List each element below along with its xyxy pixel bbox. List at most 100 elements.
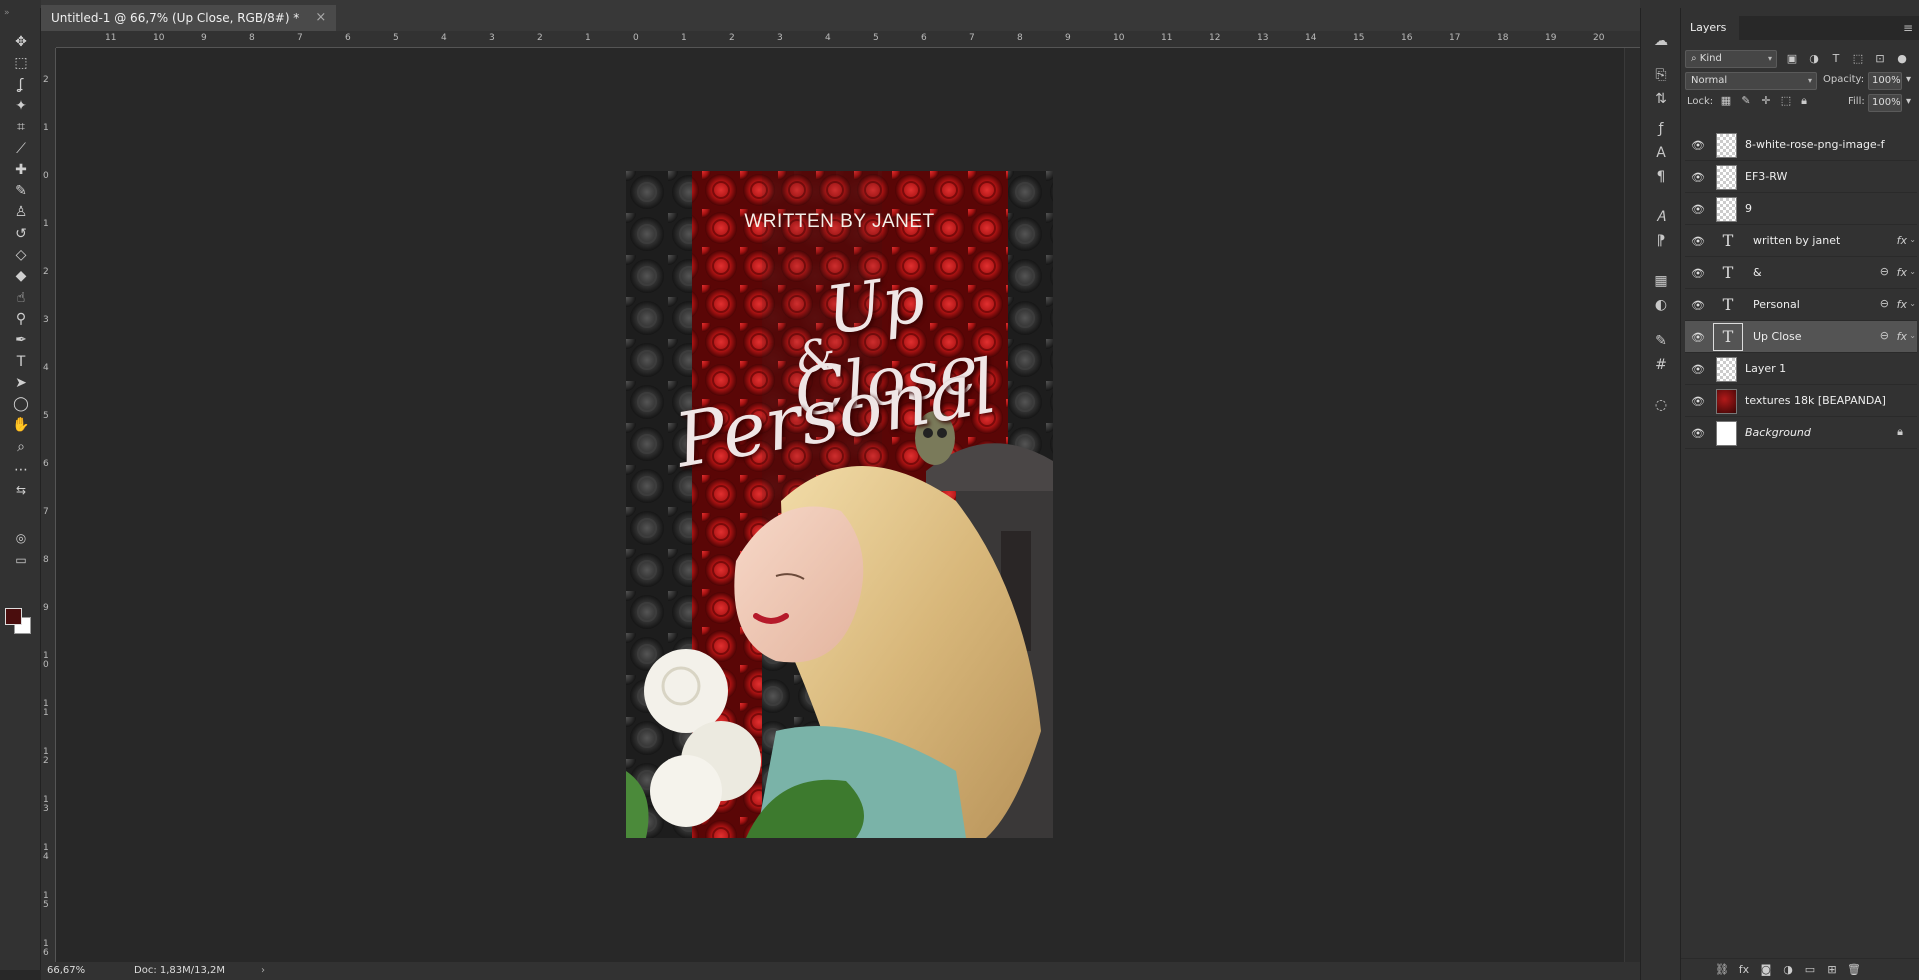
layer-name[interactable]: textures 18k [BEAPANDA] (2... — [1745, 394, 1885, 407]
swatches-grid-icon[interactable]: # — [1650, 354, 1672, 376]
layer-thumbnail[interactable] — [1716, 197, 1737, 222]
quick-mask-icon[interactable]: ◎ — [6, 526, 36, 550]
paragraph-icon[interactable]: ¶ — [1650, 166, 1672, 188]
layer-row[interactable]: 👁︎ Layer 1 — [1685, 353, 1917, 385]
visibility-eye-icon[interactable]: 👁︎ — [1691, 331, 1705, 344]
layer-name[interactable]: Up Close — [1753, 330, 1802, 343]
new-group-folder-icon[interactable]: ▭ — [1803, 963, 1817, 977]
visibility-eye-icon[interactable]: 👁︎ — [1691, 203, 1705, 216]
document-canvas[interactable]: WRITTEN BY JANET Up Close & Personal — [626, 171, 1053, 838]
expand-effects-chevron-icon[interactable]: ⌄ — [1909, 235, 1916, 244]
doc-size-info[interactable]: Doc: 1,83M/13,2M — [134, 962, 225, 980]
visibility-eye-icon[interactable]: 👁︎ — [1691, 363, 1705, 376]
layer-name[interactable]: Personal — [1753, 298, 1800, 311]
close-icon[interactable]: × — [315, 5, 326, 31]
layer-thumbnail[interactable] — [1716, 389, 1737, 414]
vertical-scrollbar[interactable] — [1624, 48, 1640, 962]
adjustment-filter-icon[interactable]: ◑ — [1807, 52, 1821, 66]
kind-filter-select[interactable]: ⌕ Kind ▾ — [1685, 50, 1777, 68]
visibility-eye-icon[interactable]: 👁︎ — [1691, 427, 1705, 440]
lock-image-icon[interactable]: ✎ — [1739, 94, 1753, 108]
new-layer-icon[interactable]: ⊞ — [1825, 963, 1839, 977]
ruler-tick-label: 4 — [825, 33, 831, 43]
layer-row[interactable]: 👁︎ Background 🔒︎ — [1685, 417, 1917, 449]
layer-row[interactable]: 👁︎ 9 — [1685, 193, 1917, 225]
layer-thumbnail[interactable] — [1716, 133, 1737, 158]
add-mask-icon[interactable]: ◙ — [1759, 963, 1773, 977]
vertical-ruler[interactable]: 2101234567891 01 11 21 31 41 51 6 — [41, 48, 56, 962]
opacity-dropdown-icon[interactable]: ▾ — [1906, 74, 1911, 85]
styles-icon[interactable]: ƒ — [1650, 118, 1672, 140]
layer-row[interactable]: 👁︎ textures 18k [BEAPANDA] (2... — [1685, 385, 1917, 417]
tab-layers[interactable]: Layers — [1681, 16, 1739, 40]
layer-row[interactable]: 👁︎ EF3-RW — [1685, 161, 1917, 193]
pixel-filter-icon[interactable]: ▣ — [1785, 52, 1799, 66]
layer-row[interactable]: 👁︎ T Up Close ⊖ fx ⌄ — [1685, 321, 1917, 353]
document-tab[interactable]: Untitled-1 @ 66,7% (Up Close, RGB/8#) * … — [41, 5, 337, 31]
layer-name[interactable]: Layer 1 — [1745, 362, 1786, 375]
layer-effects-fx-icon[interactable]: fx — [1897, 298, 1907, 311]
expand-effects-chevron-icon[interactable]: ⌄ — [1909, 331, 1916, 340]
delete-layer-trash-icon[interactable]: 🗑︎ — [1847, 963, 1861, 977]
layer-lock-icon[interactable]: 🔒︎ — [1897, 425, 1903, 439]
learn-lightbulb-icon[interactable]: ◌ — [1650, 394, 1672, 416]
collapse-icon[interactable]: » — [4, 8, 10, 18]
layer-name[interactable]: 8-white-rose-png-image-flow... — [1745, 138, 1885, 151]
visibility-eye-icon[interactable]: 👁︎ — [1691, 171, 1705, 184]
blend-mode-select[interactable]: Normal ▾ — [1685, 72, 1817, 90]
layer-name[interactable]: & — [1753, 266, 1762, 279]
opacity-field[interactable]: 100% — [1868, 72, 1902, 90]
link-layers-icon[interactable]: ⛓ — [1715, 963, 1729, 977]
channels-icon[interactable]: ▦ — [1650, 270, 1672, 292]
layer-thumbnail[interactable] — [1716, 165, 1737, 190]
libraries-icon[interactable]: ☁ — [1650, 30, 1672, 52]
layer-row[interactable]: 👁︎ T & ⊖ fx ⌄ — [1685, 257, 1917, 289]
brushes-icon[interactable]: ✎ — [1650, 330, 1672, 352]
layer-thumbnail[interactable] — [1716, 357, 1737, 382]
foreground-color-swatch[interactable] — [5, 608, 22, 625]
visibility-eye-icon[interactable]: 👁︎ — [1691, 139, 1705, 152]
horizontal-ruler[interactable]: 11 10 9 8 7 6 5 4 3 2 1 0 1 2 3 4 5 6 7 8 9 10 11 12 13 14 15 16 17 1… — [56, 31, 1640, 48]
zoom-level[interactable]: 66,67% — [47, 962, 85, 980]
paragraph-styles-icon[interactable]: ⁋ — [1650, 230, 1672, 252]
layer-effects-fx-icon[interactable]: fx — [1897, 330, 1907, 343]
smart-object-filter-icon[interactable]: ⊡ — [1873, 52, 1887, 66]
status-menu-arrow-icon[interactable]: › — [261, 962, 265, 980]
color-icon[interactable]: ◐ — [1650, 294, 1672, 316]
filter-toggle-icon[interactable]: ● — [1895, 52, 1909, 66]
panel-menu-icon[interactable]: ≡ — [1903, 21, 1913, 35]
fill-dropdown-icon[interactable]: ▾ — [1906, 96, 1911, 107]
visibility-eye-icon[interactable]: 👁︎ — [1691, 299, 1705, 312]
glyphs-icon[interactable]: 𝐴 — [1650, 206, 1672, 228]
layer-thumbnail[interactable] — [1716, 421, 1737, 446]
type-filter-icon[interactable]: T — [1829, 52, 1843, 66]
lock-all-icon[interactable]: 🔒︎ — [1797, 94, 1811, 108]
layer-name[interactable]: 9 — [1745, 202, 1752, 215]
layer-name[interactable]: Background — [1745, 426, 1811, 439]
history-icon[interactable]: ⎘ — [1650, 64, 1672, 86]
visibility-eye-icon[interactable]: 👁︎ — [1691, 395, 1705, 408]
layer-name[interactable]: EF3-RW — [1745, 170, 1787, 183]
visibility-eye-icon[interactable]: 👁︎ — [1691, 235, 1705, 248]
screen-mode-icon[interactable]: ▭ — [6, 548, 36, 572]
shape-filter-icon[interactable]: ⬚ — [1851, 52, 1865, 66]
lock-position-icon[interactable]: ✛ — [1759, 94, 1773, 108]
lock-transparent-icon[interactable]: ▦ — [1719, 94, 1733, 108]
layer-effects-fx-icon[interactable]: fx — [1897, 266, 1907, 279]
layer-row[interactable]: 👁︎ T Personal ⊖ fx ⌄ — [1685, 289, 1917, 321]
layer-effects-fx-icon[interactable]: fx — [1897, 234, 1907, 247]
adjustment-layer-icon[interactable]: ◑ — [1781, 963, 1795, 977]
lock-artboard-icon[interactable]: ⬚ — [1779, 94, 1793, 108]
expand-effects-chevron-icon[interactable]: ⌄ — [1909, 299, 1916, 308]
add-style-fx-icon[interactable]: fx — [1737, 963, 1751, 977]
fill-field[interactable]: 100% — [1868, 94, 1902, 112]
expand-effects-chevron-icon[interactable]: ⌄ — [1909, 267, 1916, 276]
default-colors-icon[interactable]: ⇆ — [6, 478, 36, 502]
layer-name[interactable]: written by janet — [1753, 234, 1840, 247]
adjustments-icon[interactable]: ⇅ — [1650, 88, 1672, 110]
layer-row[interactable]: 👁︎ 8-white-rose-png-image-flow... — [1685, 129, 1917, 161]
visibility-eye-icon[interactable]: 👁︎ — [1691, 267, 1705, 280]
zoom-tool-icon[interactable]: ⌕ — [6, 435, 36, 459]
layer-row[interactable]: 👁︎ Twritten by janet fx ⌄ — [1685, 225, 1917, 257]
character-icon[interactable]: A — [1650, 142, 1672, 164]
